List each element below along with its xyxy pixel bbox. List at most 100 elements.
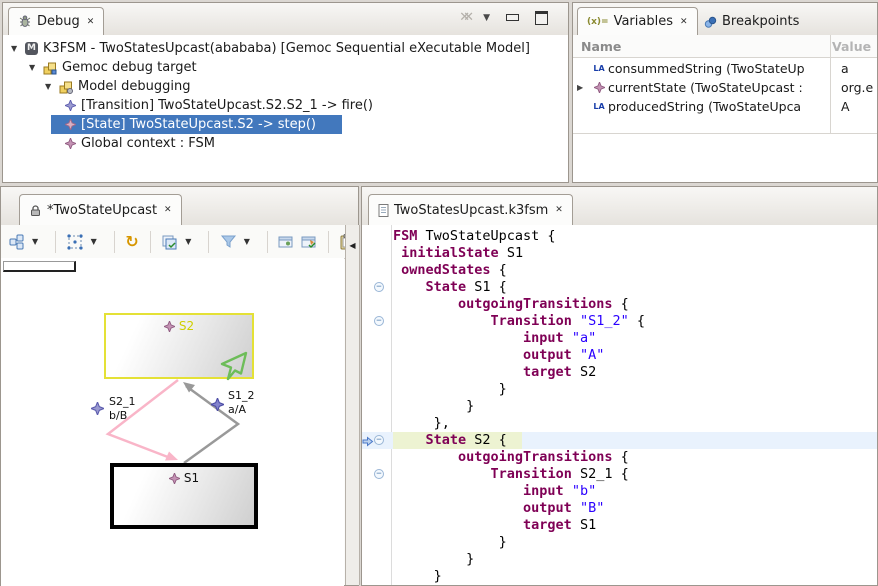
collapse-left-icon[interactable]: ◀ (347, 237, 358, 253)
toolbar-separator (114, 231, 115, 253)
maximize-icon[interactable] (535, 11, 548, 25)
state-node-s2[interactable]: S2 (104, 313, 254, 379)
code-line[interactable]: ownedStates { (362, 262, 877, 279)
code-line[interactable]: outgoingTransitions { (362, 449, 877, 466)
tab-debug-label: Debug (37, 14, 80, 29)
debug-tree-row[interactable]: ▼ Model debugging (3, 77, 568, 96)
state-s1-label: S1 (184, 471, 199, 485)
expander-icon[interactable]: ▶ (577, 83, 590, 92)
edge-label-s1-2[interactable]: S1_2 a/A (228, 389, 254, 417)
layers-icon[interactable] (161, 232, 178, 252)
code-line[interactable]: } (362, 398, 877, 415)
diagram-canvas[interactable]: S2 S1 S2_1 b/B (1, 258, 344, 586)
dropdown-icon[interactable]: ▼ (91, 232, 103, 252)
dropdown-icon[interactable]: ▼ (185, 232, 197, 252)
variables-header: Name Value (573, 35, 877, 58)
code-area[interactable]: FSM TwoStateUpcast { initialState S1 own… (362, 225, 877, 585)
debug-tree-label: [Transition] TwoStateUpcast.S2.S2_1 -> f… (81, 96, 373, 115)
fold-collapse-icon[interactable]: − (374, 469, 384, 479)
close-icon[interactable]: ✕ (162, 205, 172, 215)
remove-all-terminated-icon[interactable]: ✕✕ (459, 10, 467, 25)
code-line[interactable]: outgoingTransitions { (362, 296, 877, 313)
debug-tree-row[interactable]: ▼ Gemoc debug target (3, 58, 568, 77)
transition-diamond-icon (211, 398, 224, 411)
code-line[interactable]: output "A" (362, 347, 877, 364)
code-editor: TwoStatesUpcast.k3fsm ✕ FSM TwoStateUpca… (361, 186, 878, 586)
debug-bug-icon (18, 15, 32, 28)
debug-tree-label: K3FSM - TwoStatesUpcast(abababa) [Gemoc … (43, 39, 530, 58)
code-line[interactable]: }, (362, 415, 877, 432)
fold-collapse-icon[interactable]: − (374, 316, 384, 326)
code-line[interactable]: } (362, 568, 877, 585)
state-s2-label: S2 (179, 319, 194, 333)
export-image-icon[interactable] (278, 232, 294, 252)
code-line[interactable]: − State S1 { (362, 279, 877, 296)
code-line[interactable]: } (362, 381, 877, 398)
string-variable-icon: LA (590, 100, 608, 113)
filters-icon[interactable] (220, 232, 237, 252)
code-line[interactable]: input "b" (362, 483, 877, 500)
close-icon[interactable]: ✕ (678, 17, 688, 27)
debug-tree-label: Gemoc debug target (62, 58, 197, 77)
state-diamond-icon (169, 473, 180, 484)
state-node-s1[interactable]: S1 (110, 463, 258, 529)
dropdown-icon[interactable]: ▼ (244, 232, 256, 252)
view-menu-icon[interactable]: ▼ (483, 13, 490, 23)
expander-icon[interactable]: ▼ (11, 44, 25, 53)
column-value[interactable]: Value (832, 39, 871, 54)
tab-breakpoints[interactable]: Breakpoints (695, 7, 808, 36)
close-icon[interactable]: ✕ (553, 205, 563, 215)
code-line[interactable]: − Transition S2_1 { (362, 466, 877, 483)
expander-icon[interactable]: ▼ (45, 82, 59, 91)
align-icon[interactable] (67, 232, 84, 252)
variables-view: (x)= Variables ✕ Breakpoints Name Value … (572, 2, 878, 183)
tab-variables[interactable]: (x)= Variables ✕ (577, 7, 698, 36)
debug-tree-row[interactable]: Global context : FSM (3, 134, 568, 153)
tab-debug[interactable]: Debug ✕ (8, 7, 104, 36)
variable-row[interactable]: LAproducedString (TwoStateUpcaA (573, 97, 877, 116)
tab-diagram-label: *TwoStateUpcast (47, 203, 157, 218)
toolbar-separator (267, 231, 268, 253)
fold-collapse-icon[interactable]: − (374, 282, 384, 292)
animation-cursor-icon (219, 351, 249, 381)
tab-diagram[interactable]: *TwoStateUpcast ✕ (19, 194, 182, 226)
debug-tree-row[interactable]: ▼MK3FSM - TwoStatesUpcast(abababa) [Gemo… (3, 39, 568, 58)
code-line[interactable]: input "a" (362, 330, 877, 347)
code-line[interactable]: } (362, 534, 877, 551)
dropdown-icon[interactable]: ▼ (32, 232, 44, 252)
code-line[interactable]: target S1 (362, 517, 877, 534)
file-icon (378, 204, 389, 217)
breakpoints-icon (704, 16, 717, 28)
code-line-current[interactable]: − State S2 { (362, 432, 877, 449)
expander-icon[interactable]: ▼ (29, 63, 43, 72)
string-variable-icon: LA (590, 62, 608, 75)
splitter-handle[interactable]: ◀ (345, 225, 360, 585)
fold-collapse-icon[interactable]: − (374, 435, 384, 445)
tab-k3fsm-file[interactable]: TwoStatesUpcast.k3fsm ✕ (368, 194, 573, 226)
code-line[interactable]: target S2 (362, 364, 877, 381)
arrange-icon[interactable] (9, 232, 25, 252)
transition-diamond-icon (65, 100, 76, 111)
variable-name: producedString (TwoStateUpca (608, 99, 827, 114)
eclipse-workbench: Debug ✕ ✕✕ ▼ ▼MK3FSM - TwoStatesUpcast(a… (0, 0, 878, 586)
variable-row[interactable]: LAconsummedString (TwoStateUpa (573, 59, 877, 78)
debug-tree-row[interactable]: [State] TwoStateUpcast.S2 -> step() (3, 115, 568, 134)
column-name[interactable]: Name (581, 39, 832, 54)
debug-tree-label: Model debugging (78, 77, 191, 96)
refresh-icon[interactable]: ↻ (125, 232, 138, 252)
code-line[interactable]: − Transition "S1_2" { (362, 313, 877, 330)
code-line[interactable]: initialState S1 (362, 245, 877, 262)
export-editor-icon[interactable] (301, 232, 317, 252)
variable-row[interactable]: ▶currentState (TwoStateUpcast :org.e (573, 78, 877, 97)
code-line[interactable]: FSM TwoStateUpcast { (362, 228, 877, 245)
diagram-editor: *TwoStateUpcast ✕ ▼ ▼ ↻ ▼ ▼ S2 (0, 186, 359, 586)
debug-toolbar: ✕✕ ▼ (459, 10, 548, 25)
close-icon[interactable]: ✕ (85, 17, 95, 27)
code-line[interactable]: output "B" (362, 500, 877, 517)
debug-tree-label: Global context : FSM (81, 134, 215, 153)
code-line[interactable]: } (362, 551, 877, 568)
edge-label-s2-1[interactable]: S2_1 b/B (109, 395, 135, 423)
minimize-icon[interactable] (506, 14, 519, 21)
debug-tree-row[interactable]: [Transition] TwoStateUpcast.S2.S2_1 -> f… (3, 96, 568, 115)
editor-tabstrip: TwoStatesUpcast.k3fsm ✕ (362, 187, 877, 226)
